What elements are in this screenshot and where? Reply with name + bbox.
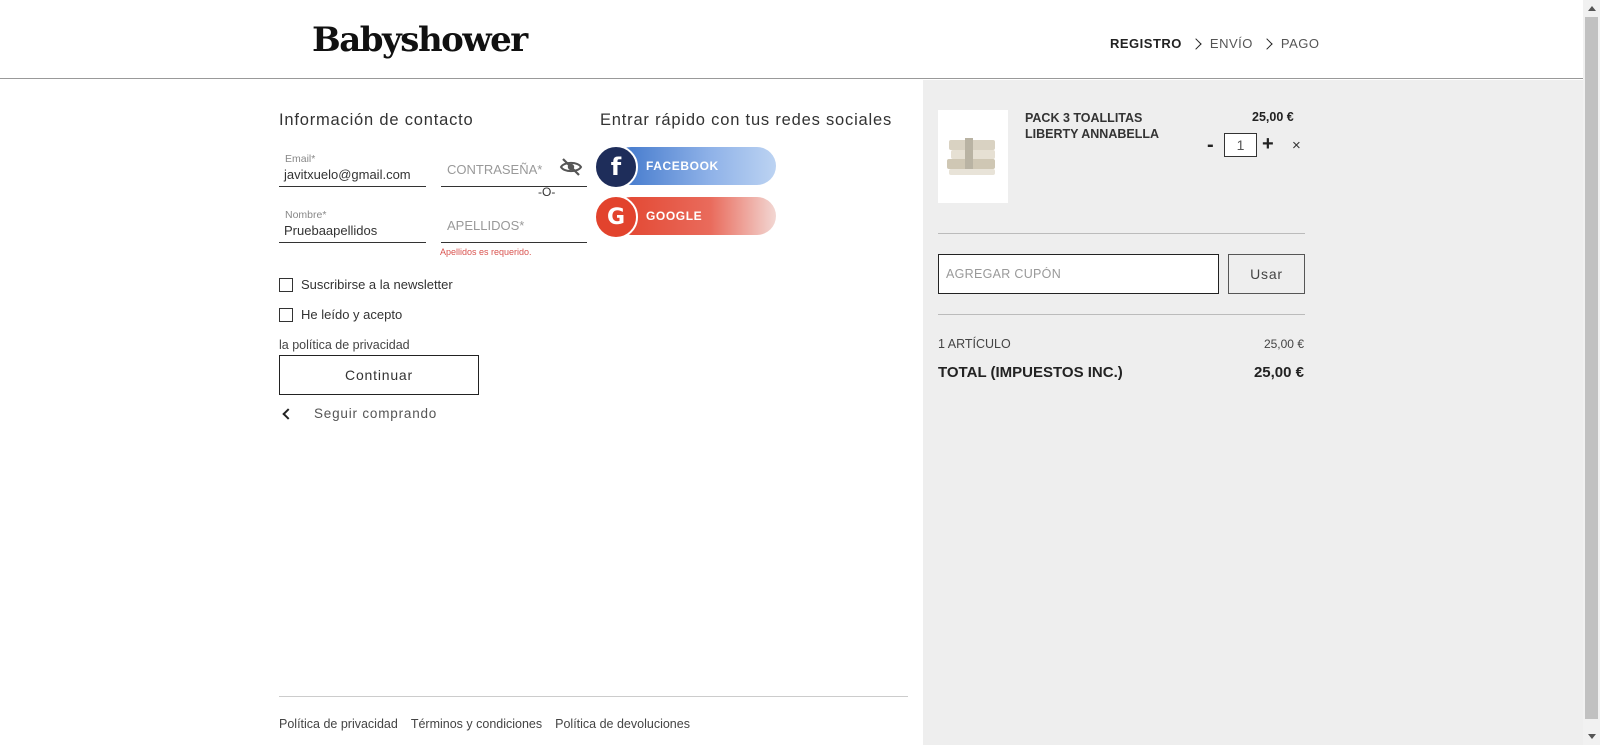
footer-link-returns[interactable]: Política de devoluciones [555,717,690,731]
name-value: Pruebaapellidos [284,223,378,238]
product-image[interactable] [938,110,1008,203]
page-scrollbar[interactable] [1583,0,1600,745]
accept-terms-checkbox[interactable] [279,307,293,322]
or-separator: -O- [538,185,556,199]
continue-button[interactable]: Continuar [279,355,479,395]
keep-shopping-link[interactable]: Seguir comprando [282,406,438,421]
email-label: Email* [285,153,316,165]
step-envio: ENVÍO [1209,36,1253,51]
remove-item-icon[interactable]: × [1292,137,1301,154]
chevron-left-icon [282,407,294,420]
accept-terms-label: He leído y acepto [301,307,403,322]
page-header: Babyshower REGISTRO ENVÍO PAGO [0,0,1583,79]
footer-link-privacy[interactable]: Política de privacidad [279,717,398,731]
quantity-input[interactable] [1224,133,1257,157]
scroll-down-icon[interactable] [1583,728,1600,745]
newsletter-checkbox[interactable] [279,277,293,292]
social-section-title: Entrar rápido con tus redes sociales [600,111,893,129]
items-subtotal: 25,00 € [1263,337,1304,351]
keep-shopping-label: Seguir comprando [314,406,438,421]
facebook-login-button[interactable]: f FACEBOOK [594,145,776,189]
scroll-up-icon[interactable] [1583,0,1600,17]
privacy-policy-link[interactable]: la política de privacidad [279,338,410,352]
brand-logo[interactable]: Babyshower [312,20,528,60]
facebook-icon: f [594,145,638,189]
chevron-right-icon [1190,37,1202,50]
items-count-label: 1 ARTÍCULO [938,337,1011,351]
name-field[interactable]: Nombre* Pruebaapellidos [279,204,426,243]
google-icon: G [594,195,638,239]
footer-divider [279,696,908,697]
name-label: Nombre* [285,209,327,221]
order-summary-panel [923,80,1583,745]
email-field[interactable]: Email* javitxuelo@gmail.com [279,148,426,187]
accept-terms-option[interactable]: He leído y acepto [279,307,402,322]
google-label: GOOGLE [646,209,703,223]
qty-increase-button[interactable]: + [1262,133,1274,156]
apply-coupon-button[interactable]: Usar [1228,254,1305,294]
scroll-thumb[interactable] [1585,17,1598,719]
lastname-field[interactable]: APELLIDOS* [441,204,587,243]
footer-links: Política de privacidad Términos y condic… [279,717,703,731]
lastname-placeholder: APELLIDOS* [447,218,525,233]
lastname-error: Apellidos es requerido. [440,247,532,257]
email-value: javitxuelo@gmail.com [284,167,411,182]
password-placeholder: CONTRASEÑA* [447,162,543,177]
product-name[interactable]: PACK 3 TOALLITAS LIBERTY ANNABELLA [1025,110,1175,142]
contact-section-title: Información de contacto [279,111,474,129]
footer-link-terms[interactable]: Términos y condiciones [411,717,542,731]
chevron-right-icon [1261,37,1273,50]
total-label: TOTAL (IMPUESTOS INC.) [938,364,1123,381]
eye-slash-icon[interactable] [559,158,583,176]
cart-divider-top [938,233,1305,234]
facebook-label: FACEBOOK [646,159,719,173]
google-login-button[interactable]: G GOOGLE [594,195,776,239]
qty-decrease-button[interactable]: - [1207,134,1214,157]
total-value: 25,00 € [1253,364,1304,381]
cart-divider-bottom [938,314,1305,315]
newsletter-label: Suscribirse a la newsletter [301,277,453,292]
product-price: 25,00 € [1252,110,1294,124]
step-pago: PAGO [1280,36,1320,51]
checkout-steps: REGISTRO ENVÍO PAGO [1110,36,1319,51]
step-registro: REGISTRO [1110,36,1182,51]
password-field[interactable]: CONTRASEÑA* [441,148,587,187]
coupon-input[interactable] [938,254,1219,294]
newsletter-option[interactable]: Suscribirse a la newsletter [279,277,453,292]
